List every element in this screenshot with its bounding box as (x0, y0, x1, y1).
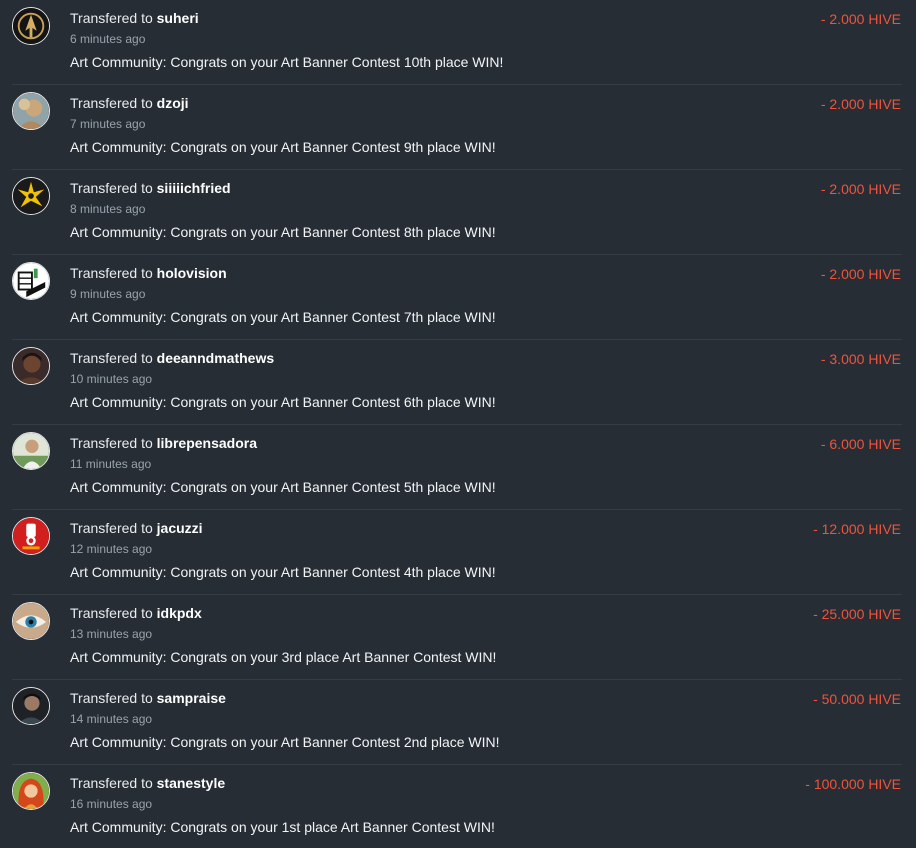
transfer-amount: - 3.000 HIVE (820, 351, 901, 367)
transfer-time: 8 minutes ago (70, 202, 146, 216)
transfer-prefix: Transfered to (70, 10, 153, 26)
transfer-title: Transfered to deeanndmathews (70, 350, 274, 366)
recipient-link[interactable]: idkpdx (157, 605, 202, 621)
transfer-prefix: Transfered to (70, 775, 153, 791)
avatar[interactable] (12, 177, 50, 215)
eye-icon (13, 603, 49, 639)
transfer-prefix: Transfered to (70, 95, 153, 111)
recipient-link[interactable]: dzoji (157, 95, 189, 111)
avatar[interactable] (12, 432, 50, 470)
transfer-row: Transfered to deeanndmathews 10 minutes … (0, 340, 916, 425)
transfer-row: Transfered to dzoji 7 minutes ago Art Co… (0, 85, 916, 170)
transfer-memo: Art Community: Congrats on your 3rd plac… (70, 649, 497, 665)
red-fist-icon (13, 518, 49, 554)
recipient-link[interactable]: suheri (157, 10, 199, 26)
transfer-memo: Art Community: Congrats on your Art Bann… (70, 394, 496, 410)
transfer-time: 13 minutes ago (70, 627, 153, 641)
transfer-amount: - 25.000 HIVE (813, 606, 901, 622)
recipient-link[interactable]: deeanndmathews (157, 350, 274, 366)
transfer-title: Transfered to stanestyle (70, 775, 225, 791)
portrait-icon (13, 348, 49, 384)
transfer-amount: - 2.000 HIVE (820, 96, 901, 112)
transfer-prefix: Transfered to (70, 520, 153, 536)
avatar[interactable] (12, 347, 50, 385)
portrait-icon (13, 93, 49, 129)
recipient-link[interactable]: stanestyle (157, 775, 225, 791)
transfer-title: Transfered to jacuzzi (70, 520, 203, 536)
transfer-amount: - 2.000 HIVE (820, 266, 901, 282)
transfer-title: Transfered to holovision (70, 265, 227, 281)
transfer-amount: - 2.000 HIVE (820, 11, 901, 27)
red-hair-icon (13, 773, 49, 809)
avatar[interactable] (12, 687, 50, 725)
avatar[interactable] (12, 772, 50, 810)
transfer-time: 7 minutes ago (70, 117, 146, 131)
transfer-prefix: Transfered to (70, 690, 153, 706)
transfer-memo: Art Community: Congrats on your Art Bann… (70, 734, 500, 750)
avatar[interactable] (12, 7, 50, 45)
portrait-icon (13, 433, 49, 469)
transfer-time: 12 minutes ago (70, 542, 153, 556)
recipient-link[interactable]: siiiiichfried (157, 180, 231, 196)
recipient-link[interactable]: sampraise (157, 690, 226, 706)
portrait-icon (13, 688, 49, 724)
transfer-title: Transfered to idkpdx (70, 605, 202, 621)
recipient-link[interactable]: holovision (157, 265, 227, 281)
transfer-row: Transfered to sampraise 14 minutes ago A… (0, 680, 916, 765)
transfer-history-list: Transfered to suheri 6 minutes ago Art C… (0, 0, 916, 848)
transfer-time: 6 minutes ago (70, 32, 146, 46)
transfer-row: Transfered to stanestyle 16 minutes ago … (0, 765, 916, 848)
transfer-time: 9 minutes ago (70, 287, 146, 301)
transfer-memo: Art Community: Congrats on your Art Bann… (70, 54, 504, 70)
gold-emblem-icon (13, 8, 49, 44)
transfer-memo: Art Community: Congrats on your Art Bann… (70, 564, 496, 580)
transfer-title: Transfered to siiiiichfried (70, 180, 231, 196)
avatar[interactable] (12, 92, 50, 130)
transfer-title: Transfered to sampraise (70, 690, 226, 706)
avatar[interactable] (12, 517, 50, 555)
transfer-memo: Art Community: Congrats on your Art Bann… (70, 139, 496, 155)
avatar[interactable] (12, 262, 50, 300)
transfer-row: Transfered to holovision 9 minutes ago A… (0, 255, 916, 340)
transfer-row: Transfered to siiiiichfried 8 minutes ag… (0, 170, 916, 255)
transfer-row: Transfered to jacuzzi 12 minutes ago Art… (0, 510, 916, 595)
transfer-time: 16 minutes ago (70, 797, 153, 811)
yellow-star-icon (13, 178, 49, 214)
transfer-time: 10 minutes ago (70, 372, 153, 386)
transfer-memo: Art Community: Congrats on your Art Bann… (70, 309, 496, 325)
recipient-link[interactable]: librepensadora (157, 435, 257, 451)
transfer-prefix: Transfered to (70, 435, 153, 451)
transfer-amount: - 12.000 HIVE (813, 521, 901, 537)
transfer-prefix: Transfered to (70, 265, 153, 281)
transfer-title: Transfered to suheri (70, 10, 199, 26)
transfer-amount: - 100.000 HIVE (805, 776, 901, 792)
transfer-time: 11 minutes ago (70, 457, 152, 471)
transfer-prefix: Transfered to (70, 605, 153, 621)
transfer-amount: - 6.000 HIVE (820, 436, 901, 452)
transfer-title: Transfered to librepensadora (70, 435, 257, 451)
transfer-title: Transfered to dzoji (70, 95, 189, 111)
transfer-memo: Art Community: Congrats on your 1st plac… (70, 819, 495, 835)
building-icon (13, 263, 49, 299)
transfer-memo: Art Community: Congrats on your Art Bann… (70, 224, 496, 240)
transfer-row: Transfered to idkpdx 13 minutes ago Art … (0, 595, 916, 680)
transfer-memo: Art Community: Congrats on your Art Bann… (70, 479, 496, 495)
avatar[interactable] (12, 602, 50, 640)
transfer-time: 14 minutes ago (70, 712, 153, 726)
transfer-amount: - 50.000 HIVE (813, 691, 901, 707)
transfer-amount: - 2.000 HIVE (820, 181, 901, 197)
transfer-prefix: Transfered to (70, 180, 153, 196)
recipient-link[interactable]: jacuzzi (157, 520, 203, 536)
transfer-row: Transfered to suheri 6 minutes ago Art C… (0, 0, 916, 85)
transfer-prefix: Transfered to (70, 350, 153, 366)
transfer-row: Transfered to librepensadora 11 minutes … (0, 425, 916, 510)
